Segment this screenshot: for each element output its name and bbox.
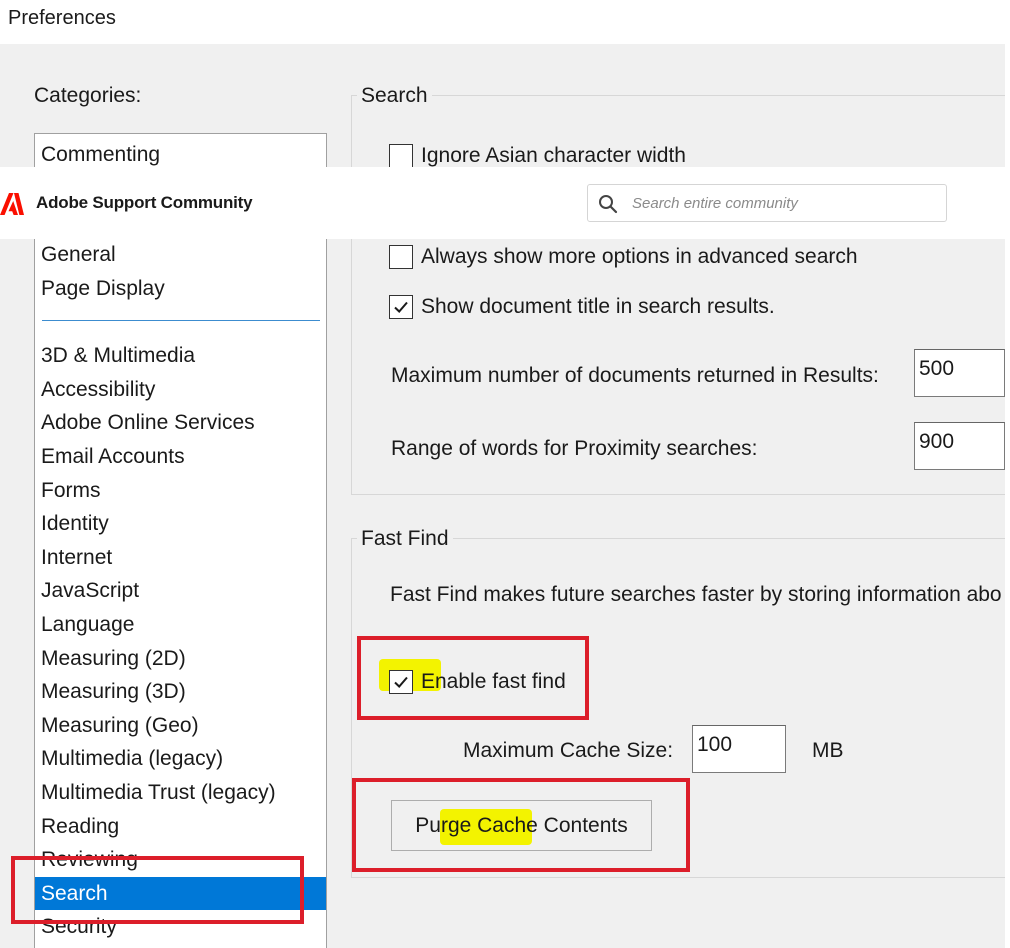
category-item-general[interactable]: General xyxy=(35,238,326,271)
enable-fast-find-annotation-box xyxy=(357,636,589,720)
always-show-options-option[interactable]: Always show more options in advanced sea… xyxy=(389,243,858,271)
category-item-identity[interactable]: Identity xyxy=(35,507,326,540)
proximity-range-field[interactable]: 900 xyxy=(914,422,1005,470)
community-search-box[interactable] xyxy=(587,184,947,222)
fast-find-group-title: Fast Find xyxy=(357,527,453,551)
category-item-forms[interactable]: Forms xyxy=(35,474,326,507)
cache-size-field[interactable]: 100 xyxy=(692,725,786,773)
max-documents-field[interactable]: 500 xyxy=(914,349,1005,397)
category-item-multimedia-legacy[interactable]: Multimedia (legacy) xyxy=(35,742,326,775)
max-documents-label: Maximum number of documents returned in … xyxy=(391,364,879,387)
category-item-internet[interactable]: Internet xyxy=(35,541,326,574)
ignore-asian-width-label: Ignore Asian character width xyxy=(421,144,686,167)
proximity-range-label: Range of words for Proximity searches: xyxy=(391,437,758,460)
banner-title[interactable]: Adobe Support Community xyxy=(36,193,253,213)
fast-find-description: Fast Find makes future searches faster b… xyxy=(390,583,1002,606)
show-document-title-option[interactable]: Show document title in search results. xyxy=(389,293,775,321)
window-title: Preferences xyxy=(8,7,116,29)
categories-label: Categories: xyxy=(34,84,142,107)
category-item-measuring-2d[interactable]: Measuring (2D) xyxy=(35,642,326,675)
category-item-multimedia-trust-legacy[interactable]: Multimedia Trust (legacy) xyxy=(35,776,326,809)
show-document-title-label: Show document title in search results. xyxy=(421,295,775,318)
categories-list[interactable]: Commenting General Page Display 3D & Mul… xyxy=(34,133,327,948)
search-group-title: Search xyxy=(357,84,432,108)
category-item-3d-multimedia[interactable]: 3D & Multimedia xyxy=(35,339,326,372)
search-icon[interactable] xyxy=(598,194,618,214)
cache-size-label: Maximum Cache Size: xyxy=(463,739,674,762)
category-item-accessibility[interactable]: Accessibility xyxy=(35,373,326,406)
adobe-community-banner: Adobe Support Community xyxy=(0,167,1010,239)
search-category-annotation-box xyxy=(11,856,304,924)
category-item-reading[interactable]: Reading xyxy=(35,810,326,843)
adobe-logo-icon xyxy=(0,193,24,215)
ignore-asian-width-checkbox[interactable] xyxy=(389,144,413,168)
always-show-options-label: Always show more options in advanced sea… xyxy=(421,245,858,268)
always-show-options-checkbox[interactable] xyxy=(389,245,413,269)
category-item-measuring-3d[interactable]: Measuring (3D) xyxy=(35,675,326,708)
community-search-input[interactable] xyxy=(630,185,940,221)
category-item-javascript[interactable]: JavaScript xyxy=(35,574,326,607)
purge-cache-annotation-box xyxy=(352,778,690,872)
category-item-email-accounts[interactable]: Email Accounts xyxy=(35,440,326,473)
ignore-asian-width-option[interactable]: Ignore Asian character width xyxy=(389,142,686,170)
category-item-language[interactable]: Language xyxy=(35,608,326,641)
cache-size-unit: MB xyxy=(812,739,844,762)
category-item-page-display[interactable]: Page Display xyxy=(35,272,326,305)
show-document-title-checkbox[interactable] xyxy=(389,295,413,319)
category-item-adobe-online-services[interactable]: Adobe Online Services xyxy=(35,406,326,439)
category-item-measuring-geo[interactable]: Measuring (Geo) xyxy=(35,709,326,742)
checkmark-icon xyxy=(394,301,408,313)
category-separator xyxy=(42,320,320,321)
